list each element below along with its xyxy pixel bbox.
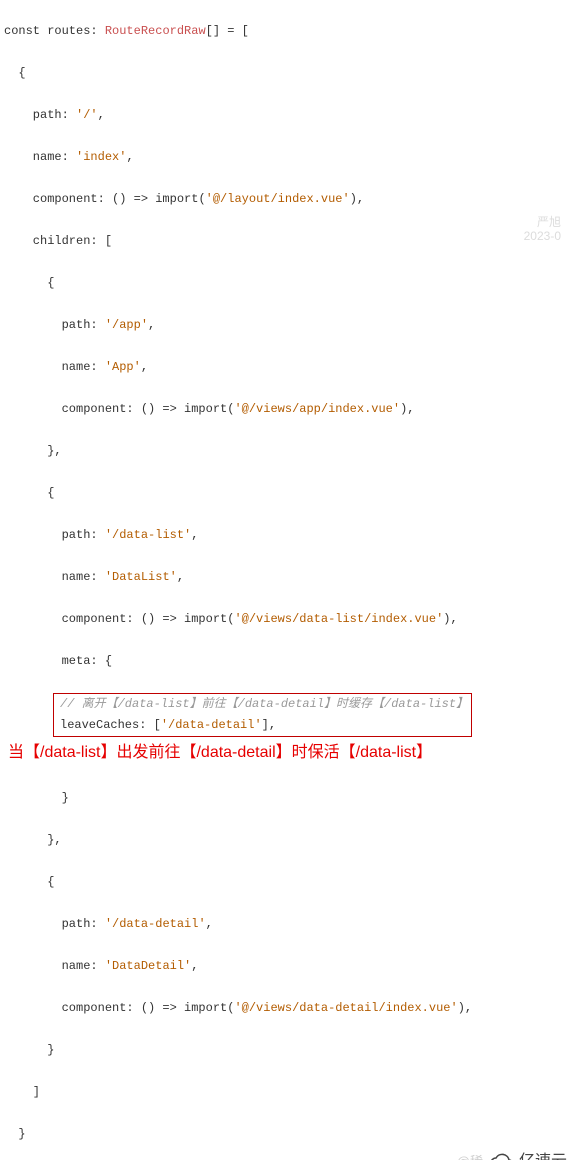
footer-brand: 亿速云 [519, 1151, 567, 1160]
annotation-text: 当【/data-list】出发前往【/data-detail】时保活【/data… [0, 739, 577, 767]
code-comment: // 离开【/data-list】前往【/data-detail】时缓存【/da… [60, 694, 465, 715]
code-block: const routes: RouteRecordRaw[] = [ { pat… [0, 0, 577, 693]
code-block-cont: } }, { path: '/data-detail', name: 'Data… [0, 767, 577, 1160]
highlight-box: // 离开【/data-list】前往【/data-detail】时缓存【/da… [53, 693, 472, 737]
cloud-icon [489, 1153, 515, 1160]
footer-prefix: @稀 [457, 1151, 483, 1160]
footer-logo: @稀 亿速云 [457, 1151, 567, 1160]
